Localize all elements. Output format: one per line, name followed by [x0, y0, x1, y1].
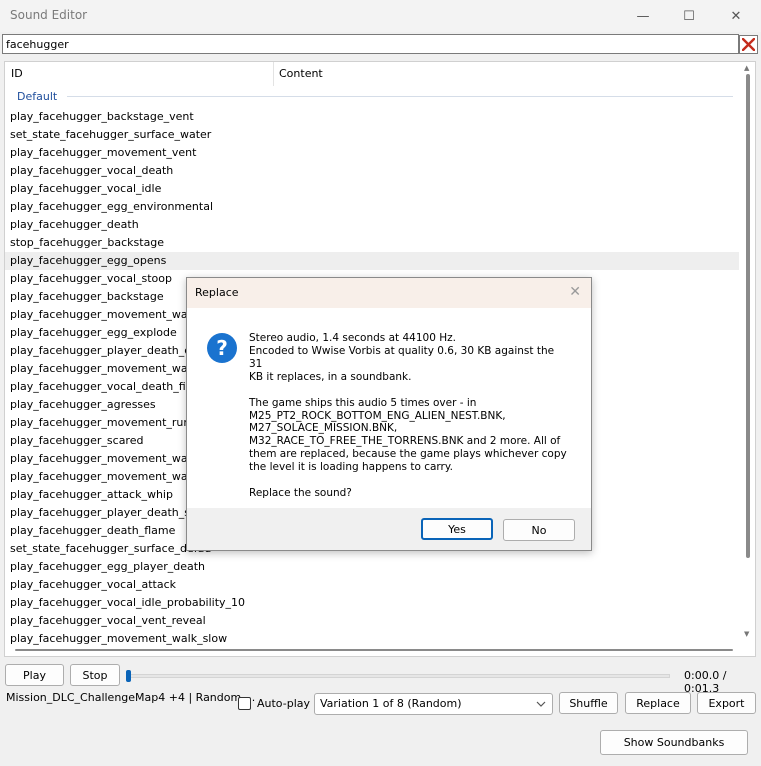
vertical-scroll-thumb[interactable] [746, 74, 750, 558]
list-item[interactable]: play_facehugger_backstage_vent [5, 108, 739, 126]
replace-dialog: Replace ✕ ? Stereo audio, 1.4 seconds at… [186, 277, 592, 551]
dialog-line: KB it replaces, in a soundbank. [249, 370, 412, 383]
clear-x-icon [742, 38, 755, 51]
list-item[interactable]: set_state_facehugger_surface_water [5, 126, 739, 144]
play-button[interactable]: Play [5, 664, 64, 686]
dialog-footer: Yes No [187, 508, 591, 550]
group-label[interactable]: Default [17, 90, 57, 103]
list-item[interactable]: play_facehugger_vocal_vent_reveal [5, 612, 739, 630]
export-button[interactable]: Export [697, 692, 756, 714]
list-item[interactable]: stop_facehugger_backstage [5, 234, 739, 252]
dialog-question: Replace the sound? [249, 487, 352, 500]
dialog-paragraph-copies: The game ships this audio 5 times over -… [249, 397, 569, 474]
dialog-paragraph-encoding: Stereo audio, 1.4 seconds at 44100 Hz. En… [249, 332, 569, 384]
playback-progress-slider[interactable] [126, 670, 670, 682]
dialog-line: M27_SOLACE_MISSION.BNK, [249, 422, 398, 435]
list-item[interactable]: play_facehugger_death [5, 216, 739, 234]
dialog-message: Stereo audio, 1.4 seconds at 44100 Hz. En… [249, 332, 569, 513]
dialog-line: M32_RACE_TO_FREE_THE_TORRENS.BNK and 2 m… [249, 435, 561, 448]
scroll-up-icon[interactable]: ▲ [744, 64, 749, 72]
dialog-line: the level it is loading happens to carry… [249, 461, 453, 474]
dialog-line: M25_PT2_ROCK_BOTTOM_ENG_ALIEN_NEST.BNK, [249, 409, 506, 422]
list-item[interactable]: play_facehugger_vocal_attack [5, 576, 739, 594]
list-item[interactable]: play_facehugger_egg_environmental [5, 198, 739, 216]
column-header-content[interactable]: Content [273, 62, 323, 86]
variation-value: Variation 1 of 8 (Random) [320, 697, 462, 710]
maximize-button[interactable]: ☐ [666, 0, 712, 32]
scroll-down-icon[interactable]: ▼ [744, 630, 749, 638]
close-button[interactable]: ✕ [713, 0, 759, 32]
progress-track [126, 674, 670, 678]
minimize-icon: — [636, 8, 650, 24]
dialog-line: Stereo audio, 1.4 seconds at 44100 Hz. [249, 332, 456, 344]
dialog-title-bar[interactable]: Replace ✕ [187, 278, 591, 308]
question-icon: ? [207, 333, 237, 363]
dialog-close-icon[interactable]: ✕ [569, 284, 581, 300]
replace-button[interactable]: Replace [625, 692, 691, 714]
chevron-down-icon [536, 701, 546, 707]
horizontal-scroll-thumb[interactable] [15, 649, 733, 651]
group-divider [67, 96, 733, 97]
maximize-icon: ☐ [683, 8, 695, 24]
shuffle-button[interactable]: Shuffle [559, 692, 618, 714]
column-header-id[interactable]: ID [5, 62, 23, 86]
search-input[interactable] [2, 34, 739, 54]
horizontal-scrollbar[interactable] [9, 645, 739, 655]
mission-label: Mission_DLC_ChallengeMap4 +4 | Random ..… [6, 691, 256, 704]
dialog-line: them are replaced, because the game play… [249, 448, 567, 461]
window-title: Sound Editor [10, 8, 88, 22]
autoplay-checkbox[interactable] [238, 697, 251, 710]
list-item[interactable]: play_facehugger_egg_opens [5, 252, 739, 270]
minimize-button[interactable]: — [620, 0, 666, 32]
dialog-line: The game ships this audio 5 times over -… [249, 396, 477, 409]
list-item[interactable]: play_facehugger_egg_player_death [5, 558, 739, 576]
vertical-scrollbar[interactable]: ▲ ▼ [741, 62, 755, 642]
clear-search-button[interactable] [739, 35, 758, 54]
progress-knob[interactable] [126, 670, 131, 682]
list-item[interactable]: play_facehugger_vocal_idle [5, 180, 739, 198]
close-icon: ✕ [730, 8, 742, 24]
show-soundbanks-button[interactable]: Show Soundbanks [600, 730, 748, 755]
stop-button[interactable]: Stop [70, 664, 120, 686]
variation-select[interactable]: Variation 1 of 8 (Random) [314, 693, 553, 715]
no-button[interactable]: No [503, 519, 575, 541]
list-item[interactable]: play_facehugger_vocal_death [5, 162, 739, 180]
title-bar: Sound Editor — ☐ ✕ [0, 0, 761, 32]
list-item[interactable]: play_facehugger_movement_vent [5, 144, 739, 162]
list-item[interactable]: play_facehugger_vocal_idle_probability_1… [5, 594, 739, 612]
dialog-line: Encoded to Wwise Vorbis at quality 0.6, … [249, 344, 555, 370]
autoplay-label[interactable]: Auto-play [257, 697, 310, 710]
yes-button[interactable]: Yes [421, 518, 493, 540]
dialog-title: Replace [195, 286, 239, 299]
